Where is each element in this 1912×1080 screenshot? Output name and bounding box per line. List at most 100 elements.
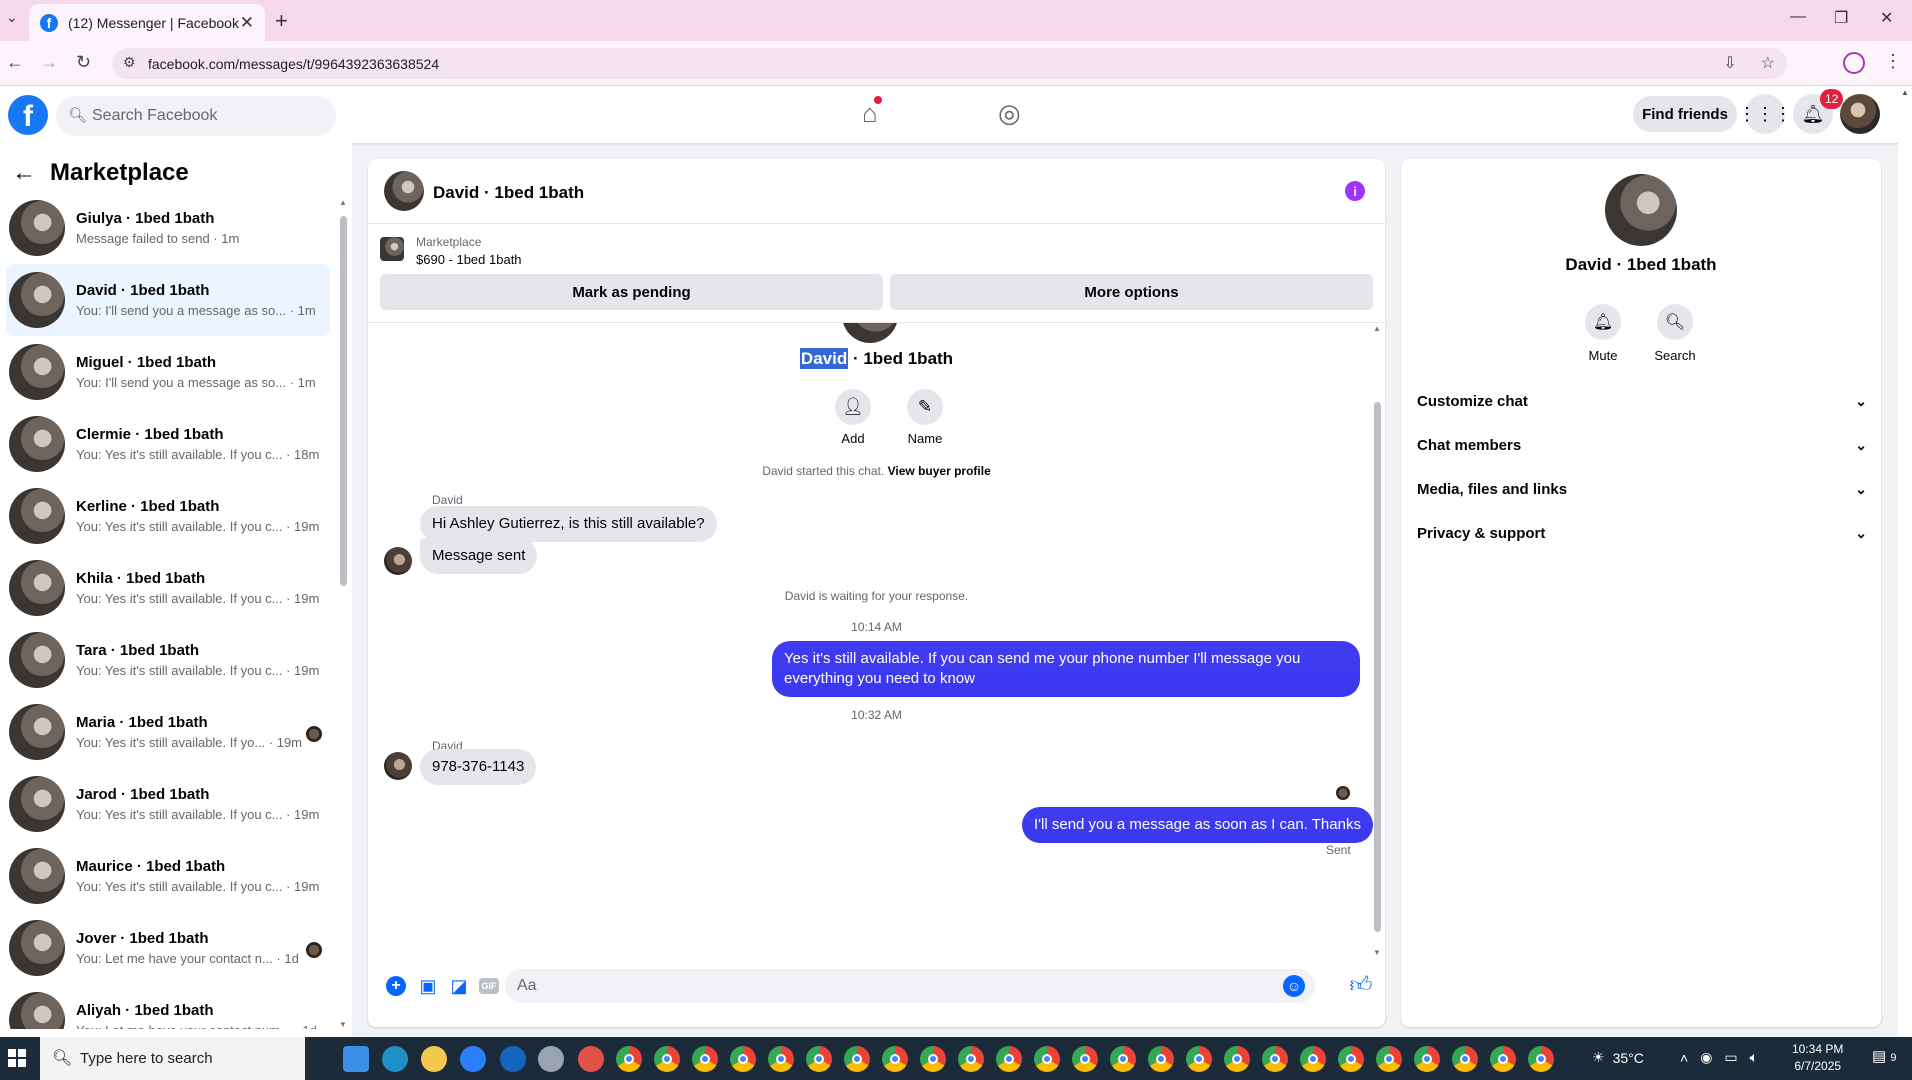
install-app-icon[interactable]: ⇩ xyxy=(1723,53,1736,73)
scroll-up-icon[interactable]: ▲ xyxy=(1373,324,1381,333)
sender-avatar[interactable] xyxy=(384,547,412,575)
taskbar-app-icon[interactable] xyxy=(343,1046,369,1072)
network-icon[interactable]: ▭ xyxy=(1724,1049,1737,1066)
chrome-window-icon[interactable] xyxy=(1414,1046,1440,1072)
more-actions-icon[interactable]: + xyxy=(386,976,406,996)
chrome-window-icon[interactable] xyxy=(616,1046,642,1072)
gif-icon[interactable]: GIF xyxy=(479,978,499,994)
chat-avatar[interactable] xyxy=(384,171,424,211)
site-settings-icon[interactable]: ⚙ xyxy=(123,54,136,71)
chrome-window-icon[interactable] xyxy=(920,1046,946,1072)
scroll-up-icon[interactable]: ▲ xyxy=(1901,88,1909,97)
home-icon[interactable]: ⌂ xyxy=(862,96,882,129)
bookmark-star-icon[interactable]: ☆ xyxy=(1761,53,1775,73)
conversation-item[interactable]: Jover · 1bed 1bath You: Let me have your … xyxy=(6,912,330,984)
tray-chevron-icon[interactable]: ˄ xyxy=(1680,1050,1688,1066)
conversation-item[interactable]: Maurice · 1bed 1bath You: Yes it's still … xyxy=(6,840,330,912)
chrome-window-icon[interactable] xyxy=(1262,1046,1288,1072)
reload-icon[interactable]: ↻ xyxy=(76,52,91,73)
name-action[interactable]: ✎ Name xyxy=(895,389,955,446)
sticker-icon[interactable]: ◪ xyxy=(448,975,470,997)
facebook-search-input[interactable]: 🔍︎ Search Facebook xyxy=(56,96,336,136)
mute-action[interactable]: 🔔︎ Mute xyxy=(1573,304,1633,363)
more-options-button[interactable]: More options xyxy=(890,274,1373,310)
chrome-window-icon[interactable] xyxy=(1034,1046,1060,1072)
windows-start-icon[interactable] xyxy=(8,1049,26,1067)
restore-icon[interactable]: ❐ xyxy=(1834,8,1848,28)
scroll-down-icon[interactable]: ▼ xyxy=(1373,948,1381,957)
chrome-window-icon[interactable] xyxy=(1224,1046,1250,1072)
find-friends-button[interactable]: Find friends xyxy=(1633,96,1737,132)
conversation-item[interactable]: Khila · 1bed 1bath You: Yes it's still av… xyxy=(6,552,330,624)
conversation-item[interactable]: David · 1bed 1bath You: I'll send you a m… xyxy=(6,264,330,336)
message-bubble-outgoing[interactable]: I'll send you a message as soon as I can… xyxy=(1022,807,1373,843)
chrome-window-icon[interactable] xyxy=(1110,1046,1136,1072)
address-bar[interactable]: ⚙ facebook.com/messages/t/99643923636385… xyxy=(112,48,1787,79)
sender-avatar[interactable] xyxy=(384,752,412,780)
chrome-window-icon[interactable] xyxy=(1490,1046,1516,1072)
mark-as-pending-button[interactable]: Mark as pending xyxy=(380,274,883,310)
groups-icon[interactable]: ◎ xyxy=(998,98,1021,129)
chrome-window-icon[interactable] xyxy=(958,1046,984,1072)
chrome-window-icon[interactable] xyxy=(1376,1046,1402,1072)
conversation-item[interactable]: Miguel · 1bed 1bath You: I'll send you a … xyxy=(6,336,330,408)
sidebar-scrollbar[interactable]: ▲ ▼ xyxy=(339,198,347,1029)
tab-search-icon[interactable]: ⌄ xyxy=(6,9,18,26)
contact-avatar[interactable] xyxy=(1605,174,1677,246)
weather-widget[interactable]: ☀ 35°C xyxy=(1592,1049,1644,1066)
chat-scroll-thumb[interactable] xyxy=(1374,402,1381,932)
new-tab-icon[interactable]: + xyxy=(275,8,288,34)
taskbar-app-icon[interactable] xyxy=(421,1046,447,1072)
account-avatar[interactable] xyxy=(1840,94,1880,134)
taskbar-search-input[interactable]: 🔍︎ Type here to search xyxy=(40,1037,305,1080)
conversation-info-icon[interactable]: i xyxy=(1345,181,1365,201)
conversation-item[interactable]: Tara · 1bed 1bath You: Yes it's still ava… xyxy=(6,624,330,696)
scroll-up-icon[interactable]: ▲ xyxy=(339,198,347,207)
conversation-item[interactable]: Giulya · 1bed 1bath Message failed to sen… xyxy=(6,192,330,264)
emoji-icon[interactable]: ☺ xyxy=(1283,975,1305,997)
minimize-icon[interactable]: — xyxy=(1790,8,1806,26)
conversation-item[interactable]: Clermie · 1bed 1bath You: Yes it's still … xyxy=(6,408,330,480)
chrome-window-icon[interactable] xyxy=(1148,1046,1174,1072)
section-media-files-links[interactable]: Media, files and links ⌄ xyxy=(1417,469,1867,509)
section-chat-members[interactable]: Chat members ⌄ xyxy=(1417,425,1867,465)
message-input[interactable]: Aa ☺ xyxy=(505,969,1315,1003)
tab-close-icon[interactable]: ✕ xyxy=(240,13,254,33)
browser-tab[interactable]: f (12) Messenger | Facebook ✕ xyxy=(29,4,265,41)
section-customize-chat[interactable]: Customize chat ⌄ xyxy=(1417,381,1867,421)
window-close-icon[interactable]: ✕ xyxy=(1880,8,1893,28)
message-bubble-incoming[interactable]: 978-376-1143 xyxy=(420,749,537,785)
chrome-window-icon[interactable] xyxy=(882,1046,908,1072)
chrome-window-icon[interactable] xyxy=(730,1046,756,1072)
chrome-window-icon[interactable] xyxy=(1072,1046,1098,1072)
browser-menu-icon[interactable]: ⋮ xyxy=(1884,51,1902,72)
conversation-item[interactable]: Maria · 1bed 1bath You: Yes it's still av… xyxy=(6,696,330,768)
add-action[interactable]: 👤︎ Add xyxy=(823,389,883,446)
view-buyer-profile-link[interactable]: View buyer profile xyxy=(888,464,991,478)
chrome-window-icon[interactable] xyxy=(1528,1046,1554,1072)
taskbar-app-icon[interactable] xyxy=(382,1046,408,1072)
taskbar-app-icon[interactable] xyxy=(500,1046,526,1072)
chrome-window-icon[interactable] xyxy=(1300,1046,1326,1072)
message-bubble-incoming[interactable]: Message sent xyxy=(420,538,538,574)
back-arrow-icon[interactable]: ← xyxy=(12,159,36,187)
taskbar-app-icon[interactable] xyxy=(460,1046,486,1072)
chat-title[interactable]: David · 1bed 1bath xyxy=(433,183,584,203)
facebook-logo-icon[interactable]: f xyxy=(8,95,48,135)
chat-scrollbar[interactable]: ▲ ▼ xyxy=(1372,322,1382,959)
tray-app-icon[interactable]: ◉ xyxy=(1700,1049,1712,1066)
taskbar-app-icon[interactable] xyxy=(578,1046,604,1072)
chrome-window-icon[interactable] xyxy=(1186,1046,1212,1072)
taskbar-clock[interactable]: 10:34 PM 6/7/2025 xyxy=(1792,1041,1843,1075)
chrome-window-icon[interactable] xyxy=(1452,1046,1478,1072)
menu-grid-icon[interactable]: ⋮⋮⋮ xyxy=(1738,94,1792,134)
scroll-down-icon[interactable]: ▼ xyxy=(339,1020,347,1029)
message-bubble-outgoing[interactable]: Yes it's still available. If you can sen… xyxy=(772,641,1360,697)
browser-profile-icon[interactable] xyxy=(1843,52,1865,74)
thumbs-up-icon[interactable]: 👍︎ xyxy=(1350,972,1373,997)
conversation-item[interactable]: Aliyah · 1bed 1bath You: Let me have your… xyxy=(6,984,330,1029)
chrome-window-icon[interactable] xyxy=(996,1046,1022,1072)
chrome-window-icon[interactable] xyxy=(806,1046,832,1072)
chrome-window-icon[interactable] xyxy=(1338,1046,1364,1072)
chrome-window-icon[interactable] xyxy=(844,1046,870,1072)
